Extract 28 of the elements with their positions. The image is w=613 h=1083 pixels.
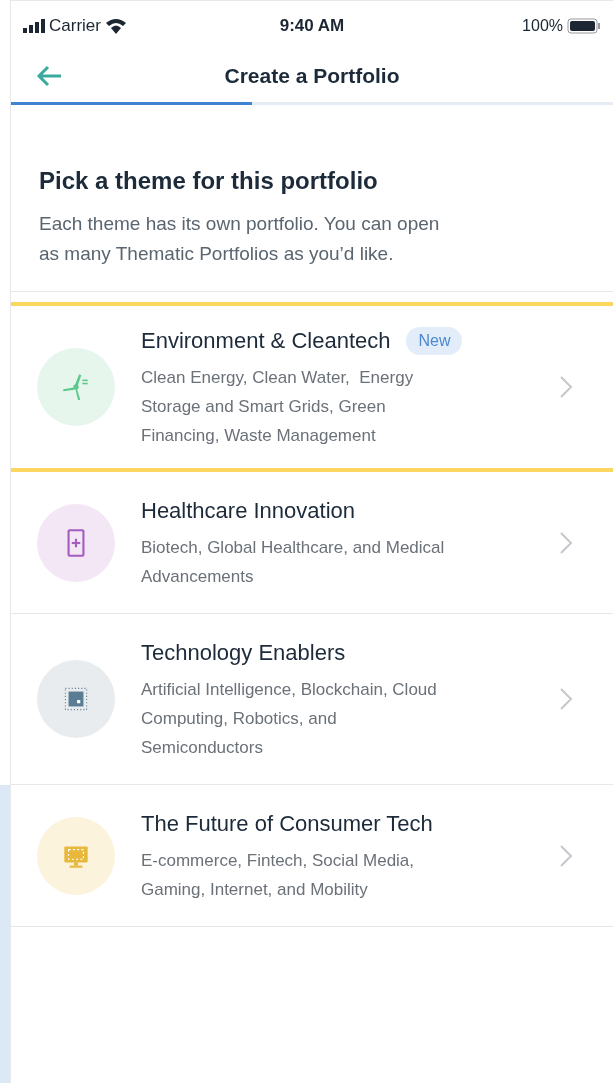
theme-title: Environment & Cleantech — [141, 327, 391, 355]
theme-row[interactable]: Healthcare Innovation Biotech, Global Healthcare, and Medical Advancements — [11, 472, 613, 614]
theme-row[interactable]: The Future of Consumer Tech E-commerce, Fintech, Social Media, Gaming, Internet, and Mobility — [11, 785, 613, 927]
chevron-right-icon — [559, 375, 573, 399]
theme-title: Technology Enablers — [141, 639, 346, 667]
theme-description: Artificial Intelligence, Blockchain, Cloud Computing, Robotics, and Semiconductors — [141, 679, 438, 759]
theme-row[interactable]: Technology Enablers Artificial Intelligence, Blockchain, Cloud Computing, Robotics, and Semiconductors — [11, 614, 613, 785]
theme-title: Healthcare Innovation — [141, 497, 356, 525]
battery-icon — [567, 17, 601, 34]
back-arrow-icon — [35, 64, 63, 88]
section-description: Each theme has its own portfolio. You can open as many Thematic Portfolios as you’d like. — [39, 212, 441, 266]
clock-text: 9:40 AM — [279, 14, 345, 37]
page-title: Create a Portfolio — [224, 63, 400, 90]
back-button[interactable] — [35, 64, 63, 88]
theme-description: Clean Energy, Clean Water, Energy Storage and Smart Grids, Green Financing, Waste Management — [141, 367, 415, 447]
signal-icon — [23, 18, 45, 33]
theme-title: The Future of Consumer Tech — [141, 810, 433, 838]
chevron-right-icon — [559, 530, 573, 555]
theme-description: E-commerce, Fintech, Social Media, Gaming, Internet, and Mobility — [141, 850, 416, 901]
chevron-right-icon — [559, 843, 573, 868]
battery-text: 100% — [522, 15, 563, 36]
theme-row[interactable]: Environment & Cleantech New Clean Energy, Clean Water, Energy Storage and Smart Grids, Green Financing, Waste Management — [11, 302, 613, 472]
theme-description: Biotech, Global Healthcare, and Medical Advancements — [141, 537, 446, 588]
wifi-icon — [104, 17, 127, 34]
new-badge: New — [406, 326, 463, 355]
carrier-text: Carrier — [49, 14, 101, 37]
chevron-right-icon — [559, 687, 573, 711]
section-heading: Pick a theme for this portfolio — [39, 166, 379, 196]
